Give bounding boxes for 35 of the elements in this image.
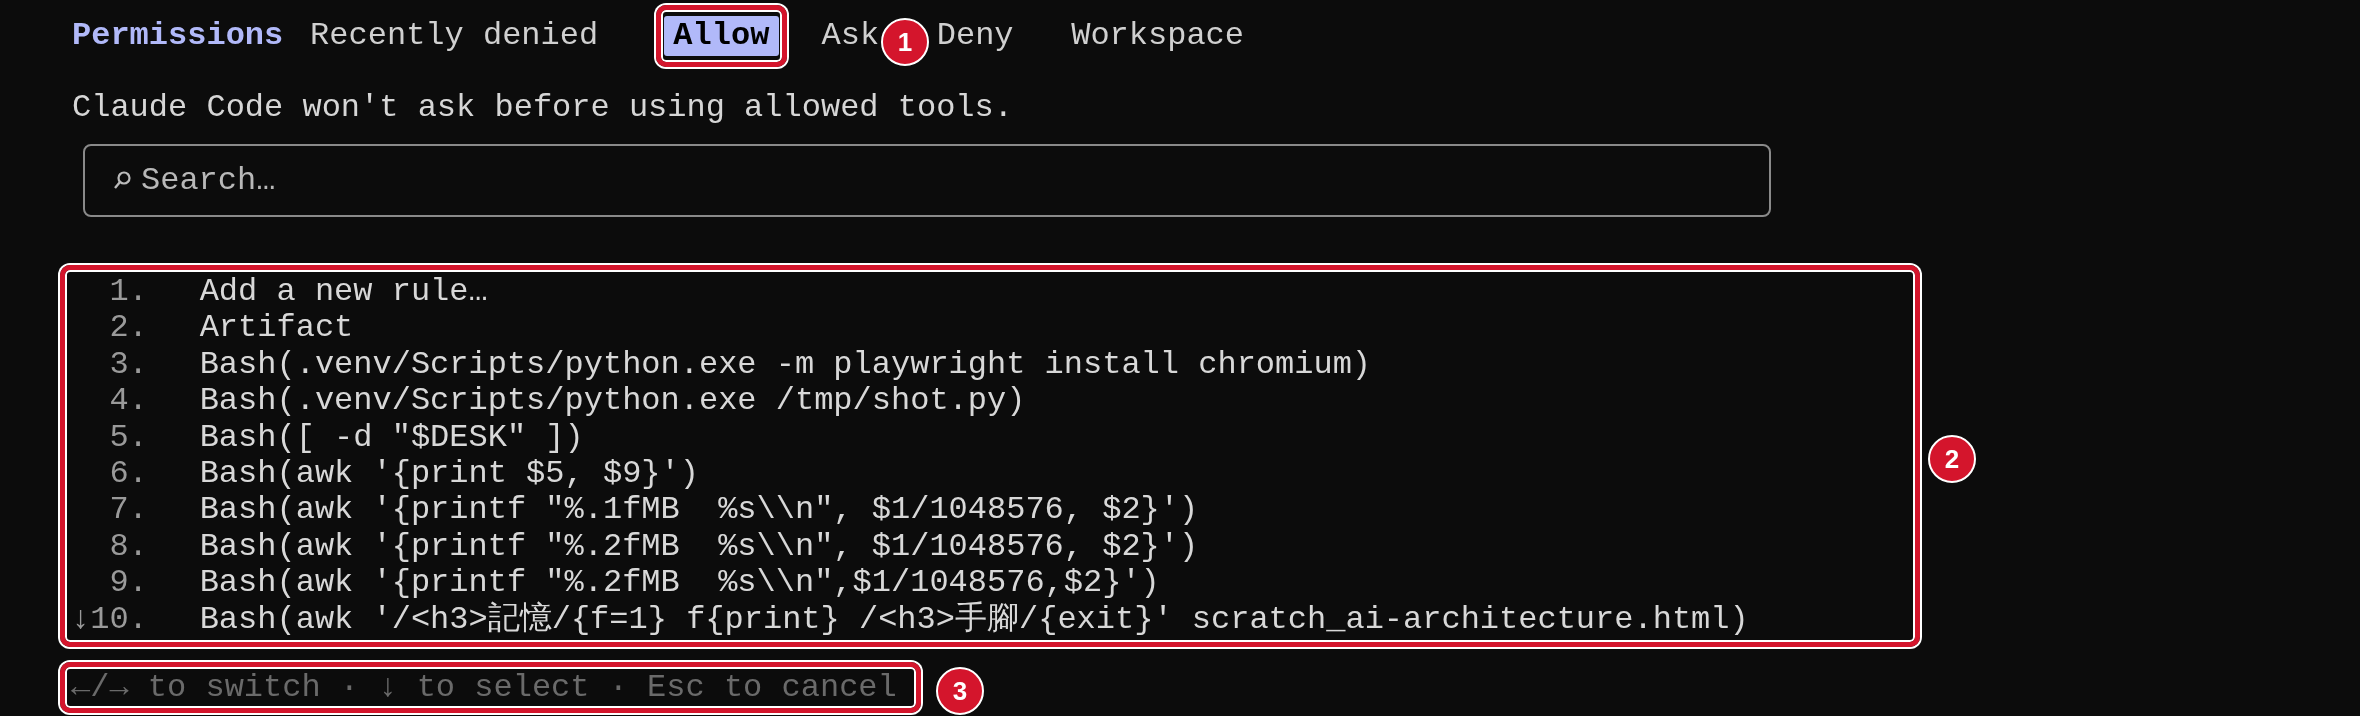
tab[interactable]: Deny	[936, 16, 1014, 56]
line-number: 6.	[108, 456, 148, 493]
line-number: 3.	[108, 346, 148, 384]
description-text: Claude Code won't ask before using allowed tools.	[72, 90, 1014, 126]
scroll-arrow: ↓	[71, 601, 91, 639]
line-number: 9.	[108, 565, 148, 602]
search-input[interactable]: Search…	[139, 155, 1639, 206]
panel-title: Permissions	[72, 16, 284, 56]
line-number: 4.	[108, 383, 148, 420]
rule-item[interactable]: Bash(awk '{printf "%.1fMB %s\\n", $1/1048576, $2}')	[199, 491, 1199, 529]
callout-badge: 1	[880, 18, 929, 66]
tab[interactable]: Recently denied	[310, 16, 599, 56]
callout-badge: 3	[936, 667, 984, 715]
line-number: 2.	[108, 310, 148, 347]
rule-item[interactable]: Bash([ -d "$DESK" ])	[199, 418, 584, 456]
keyboard-hint: ←/→ to switch · ↓ to select · Esc to cancel	[71, 667, 897, 708]
line-number: 5.	[108, 419, 148, 457]
rule-item[interactable]: Bash(awk '{print $5, $9}')	[199, 455, 699, 493]
rule-item[interactable]: Bash(awk '/<h3>記憶/{f=1} f{print} /<h3>手腳/{exit}' scratch_ai-architecture.html)	[199, 600, 1749, 638]
tab[interactable]: Allow	[663, 16, 779, 56]
rule-item[interactable]: Artifact	[199, 309, 354, 347]
tab[interactable]: Ask	[821, 16, 880, 56]
rule-item[interactable]: Bash(awk '{printf "%.2fMB %s\\n",$1/1048576,$2}')	[199, 564, 1160, 602]
rule-item[interactable]: Bash(.venv/Scripts/python.exe /tmp/shot.py)	[199, 382, 1026, 420]
tab[interactable]: Workspace	[1071, 16, 1244, 56]
rule-item[interactable]: Add a new rule…	[199, 273, 488, 310]
search-icon	[113, 170, 131, 191]
line-number: 10.	[90, 601, 148, 639]
rule-item[interactable]: Bash(.venv/Scripts/python.exe -m playwright install chromium)	[199, 345, 1372, 383]
search-field[interactable]: Search…	[83, 144, 1771, 217]
rule-item[interactable]: Bash(awk '{printf "%.2fMB %s\\n", $1/1048576, $2}')	[199, 527, 1199, 565]
line-number: 1.	[108, 274, 148, 311]
line-number: 7.	[108, 492, 148, 529]
line-number: 8.	[108, 528, 148, 566]
callout-badge: 2	[1928, 435, 1976, 483]
